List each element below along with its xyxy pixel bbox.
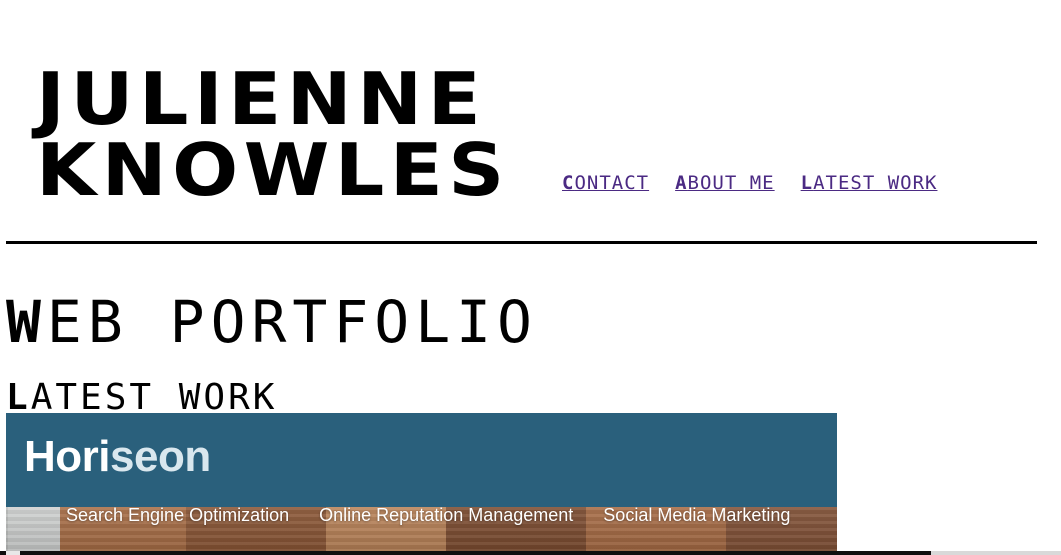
main-nav: CONTACT ABOUT ME LATEST WORK <box>562 172 937 194</box>
horiseon-project-preview[interactable]: Horiseon Search Engine Optimization Onli… <box>6 413 837 555</box>
nav-about-me-link[interactable]: ABOUT ME <box>675 172 775 194</box>
horiseon-nav-reputation: Online Reputation Management <box>319 505 574 525</box>
logo-line-2: KNOWLES <box>36 128 510 212</box>
horiseon-nav-seo: Search Engine Optimization <box>66 505 290 525</box>
horiseon-logo: Horiseon <box>24 432 211 482</box>
horiseon-header-band: Horiseon <box>6 413 837 507</box>
nav-latest-work-link[interactable]: LATEST WORK <box>801 172 938 194</box>
browser-bottom-strip <box>0 551 1061 555</box>
logo-line-1: JULIENNE <box>36 57 487 141</box>
bottom-left-marker-icon <box>6 551 20 555</box>
nav-contact-link[interactable]: CONTACT <box>562 172 649 194</box>
horiseon-logo-main: Hori <box>24 432 111 481</box>
portfolio-page: JULIENNE KNOWLES CONTACT ABOUT ME LATEST… <box>0 0 1061 555</box>
horiseon-nav: Search Engine Optimization Online Reputa… <box>66 504 790 526</box>
site-header: JULIENNE KNOWLES CONTACT ABOUT ME LATEST… <box>6 0 1037 244</box>
horiseon-logo-tail: seon <box>110 432 211 481</box>
horizontal-scrollbar-thumb[interactable] <box>931 551 1061 555</box>
page-title: WEB PORTFOLIO <box>6 288 538 356</box>
horiseon-nav-social: Social Media Marketing <box>603 505 791 525</box>
site-logo: JULIENNE KNOWLES <box>36 63 506 206</box>
